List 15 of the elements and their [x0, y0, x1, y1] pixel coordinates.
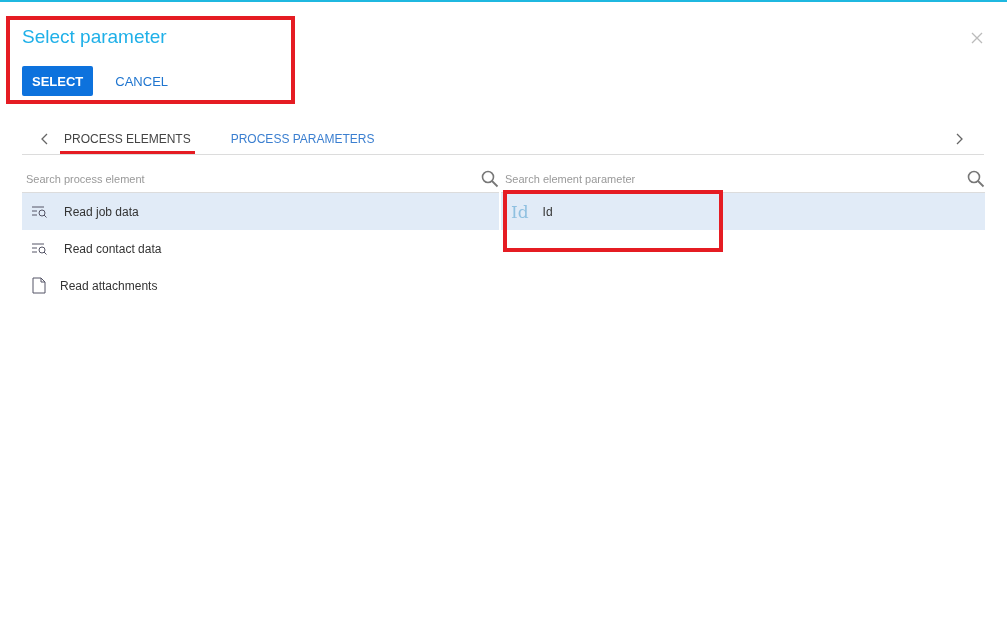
- select-button[interactable]: SELECT: [22, 66, 94, 96]
- list-item[interactable]: Read job data: [22, 193, 499, 230]
- type-glyph: Id: [511, 201, 529, 222]
- tab[interactable]: PROCESS ELEMENTS: [60, 124, 195, 154]
- cancel-button[interactable]: CANCEL: [105, 66, 179, 96]
- list-item[interactable]: Read attachments: [22, 267, 499, 304]
- tab[interactable]: PROCESS PARAMETERS: [226, 124, 379, 154]
- document-icon: [32, 277, 46, 294]
- search-field[interactable]: Search element parameter: [501, 172, 967, 185]
- search-field[interactable]: Search process element: [22, 172, 481, 185]
- search-icon[interactable]: [481, 169, 499, 188]
- dialog-title: Select parameter: [22, 26, 168, 48]
- list-item[interactable]: Id Id: [501, 193, 985, 230]
- search-icon[interactable]: [967, 169, 985, 188]
- list-item[interactable]: Read contact data: [22, 230, 499, 267]
